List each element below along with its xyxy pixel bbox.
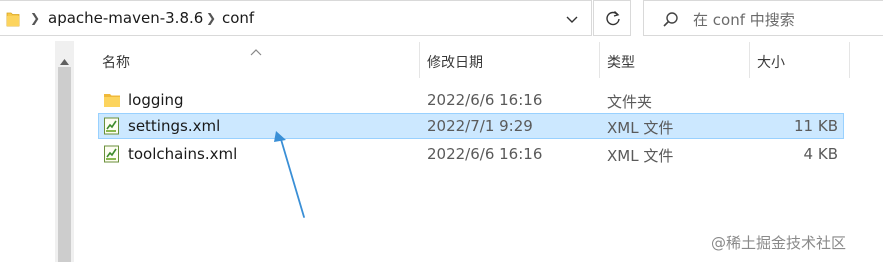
refresh-button[interactable] (593, 0, 631, 36)
search-icon (663, 12, 678, 27)
address-bar-row: ❯ apache-maven-3.8.6 ❯ conf 在 conf 中搜索 (0, 0, 883, 38)
file-size: 11 KB (794, 117, 838, 135)
xml-file-icon (103, 145, 121, 167)
file-date: 2022/6/6 16:16 (427, 91, 543, 109)
file-date: 2022/6/6 16:16 (427, 145, 543, 163)
file-size: 4 KB (803, 145, 838, 163)
column-divider[interactable] (599, 42, 600, 78)
file-row[interactable]: logging 2022/6/6 16:16 文件夹 (98, 87, 844, 113)
column-divider[interactable] (749, 42, 750, 78)
xml-file-icon (103, 117, 121, 139)
watermark: @稀土掘金技术社区 (711, 234, 847, 252)
column-header-type[interactable]: 类型 (607, 52, 635, 72)
column-header-date[interactable]: 修改日期 (427, 52, 483, 72)
column-divider[interactable] (849, 42, 850, 78)
search-placeholder: 在 conf 中搜索 (693, 11, 795, 29)
breadcrumb-apache-maven[interactable]: apache-maven-3.8.6 (48, 9, 203, 27)
breadcrumb-conf[interactable]: conf (222, 9, 254, 27)
file-date: 2022/7/1 9:29 (427, 117, 533, 135)
file-type: XML 文件 (607, 147, 674, 165)
folder-icon (103, 91, 121, 113)
file-row[interactable]: toolchains.xml 2022/6/6 16:16 XML 文件 4 K… (98, 141, 844, 167)
breadcrumb-chevron-icon[interactable]: ❯ (30, 11, 40, 25)
address-bar[interactable]: ❯ apache-maven-3.8.6 ❯ conf (0, 0, 592, 36)
scrollbar-thumb[interactable] (58, 67, 71, 262)
file-row-selected[interactable]: settings.xml 2022/7/1 9:29 XML 文件 11 KB (98, 113, 844, 139)
column-divider[interactable] (419, 42, 420, 78)
refresh-icon (606, 10, 620, 26)
file-name: logging (128, 91, 184, 109)
breadcrumb-chevron-icon[interactable]: ❯ (206, 11, 216, 25)
file-type: 文件夹 (607, 93, 653, 111)
file-type: XML 文件 (607, 119, 674, 137)
column-header-size[interactable]: 大小 (757, 52, 785, 72)
sort-ascending-icon (250, 41, 262, 60)
address-history-chevron-down-icon[interactable] (565, 11, 579, 30)
file-name: settings.xml (128, 117, 221, 135)
file-explorer-window: ❯ apache-maven-3.8.6 ❯ conf 在 conf 中搜索 名… (0, 0, 883, 262)
file-name: toolchains.xml (128, 145, 238, 163)
nav-pane-scrollbar[interactable] (55, 41, 74, 262)
search-input[interactable]: 在 conf 中搜索 (643, 0, 883, 36)
folder-icon (6, 11, 20, 31)
column-header-name[interactable]: 名称 (102, 52, 130, 72)
